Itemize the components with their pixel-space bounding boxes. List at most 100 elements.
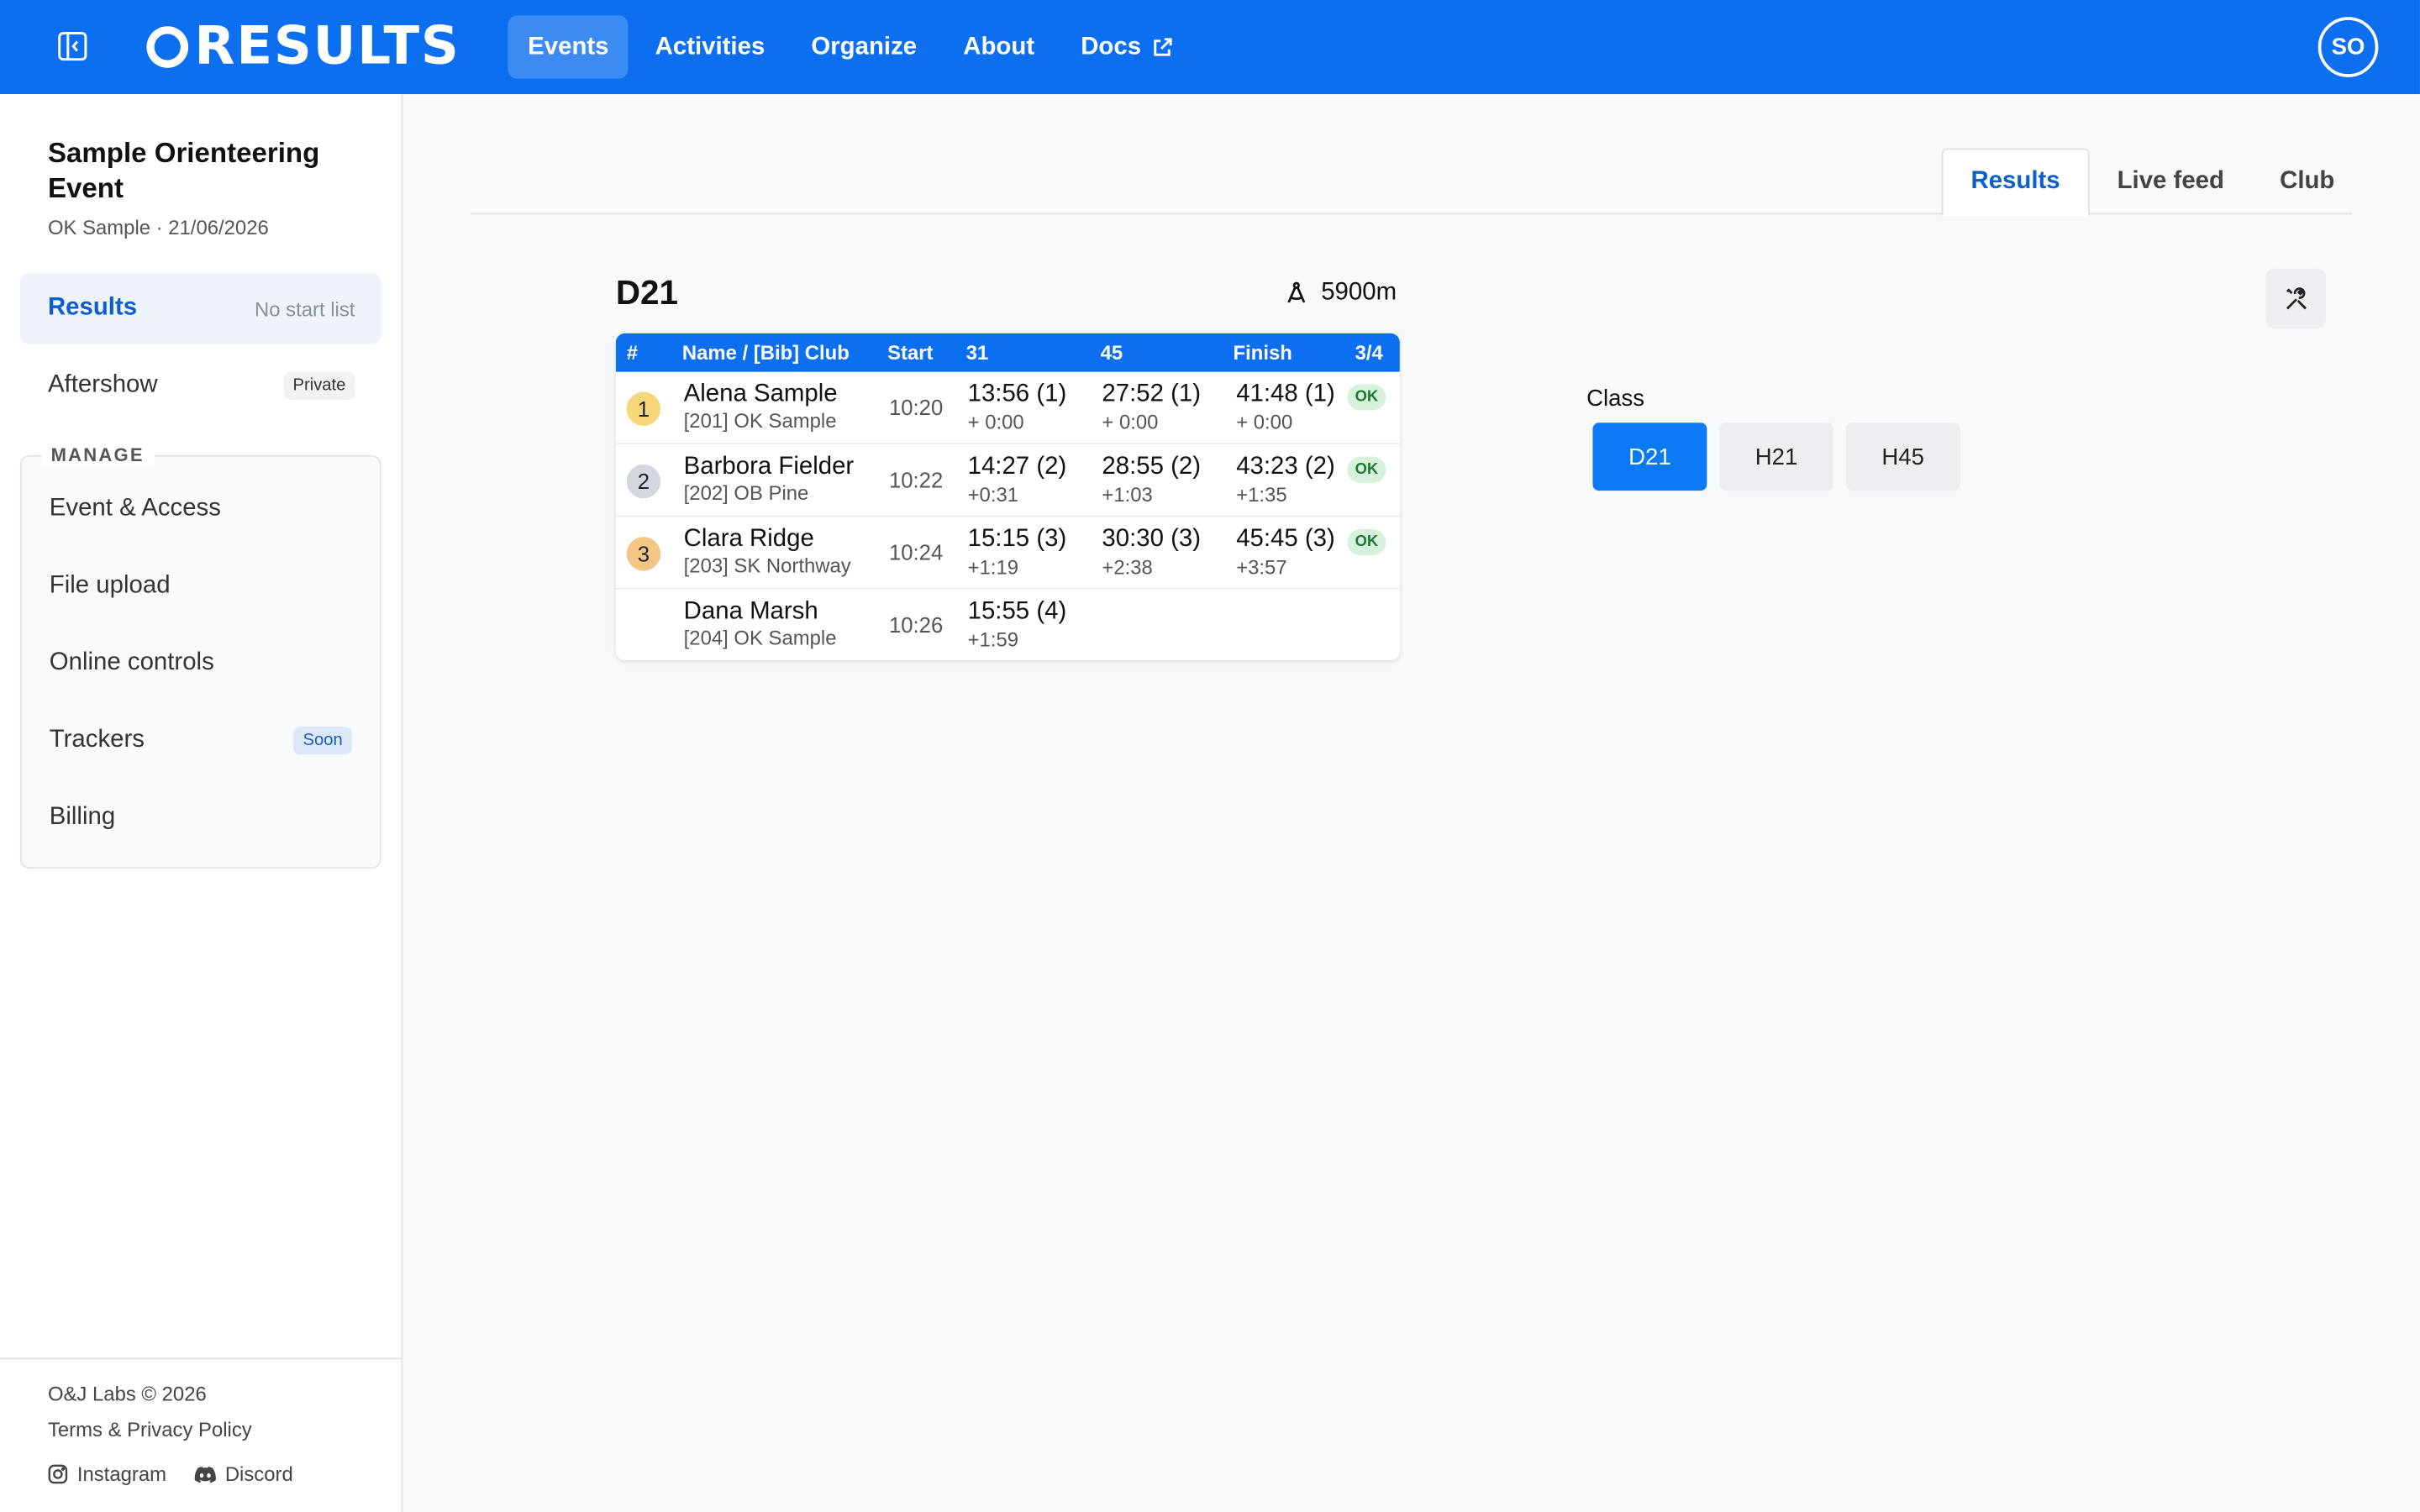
instagram-label: Instagram — [76, 1462, 167, 1486]
sidebar-item-file-upload[interactable]: File upload — [24, 551, 378, 622]
start-time: 10:24 — [888, 539, 944, 565]
event-access-label: Event & Access — [49, 495, 221, 522]
table-row[interactable]: 1 Alena Sample [201] OK Sample 10:20 13:… — [615, 372, 1400, 444]
table-row[interactable]: 2 Barbora Fielder [202] OB Pine 10:22 14… — [615, 444, 1400, 517]
sidebar-item-trackers[interactable]: Trackers Soon — [24, 705, 378, 775]
split-31-diff: +1:59 — [967, 627, 1019, 652]
table-row[interactable]: Dana Marsh [204] OK Sample 10:26 15:55 (… — [616, 590, 1400, 660]
tab-club[interactable]: Club — [2252, 148, 2362, 214]
sidebar-item-results-label: Results — [47, 294, 138, 322]
split-31: 13:56 (1) — [967, 381, 1067, 407]
manage-label: MANAGE — [41, 444, 154, 466]
class-selector-label: Class — [1586, 386, 1645, 412]
sidebar-item-event-access[interactable]: Event & Access — [24, 474, 378, 544]
nav-about-label: About — [963, 33, 1035, 60]
start-time: 10:26 — [888, 612, 944, 638]
discord-label: Discord — [224, 1462, 293, 1486]
trackers-label: Trackers — [49, 727, 145, 753]
class-button-h21[interactable]: H21 — [1719, 423, 1833, 491]
course-length: 5900m — [1284, 279, 1397, 307]
start-time: 10:22 — [888, 467, 944, 492]
logo-text: RESULTS — [194, 15, 460, 77]
nav-organize-label: Organize — [811, 33, 918, 60]
tab-results[interactable]: Results — [1941, 148, 2090, 217]
soon-badge: Soon — [293, 727, 352, 755]
split-45: 30:30 (3) — [1102, 526, 1202, 553]
class-button-d21[interactable]: D21 — [1592, 423, 1707, 491]
finish-time: 43:23 (2) — [1236, 453, 1335, 480]
billing-label: Billing — [49, 803, 116, 831]
avatar[interactable]: SO — [2317, 17, 2379, 77]
status-badge: OK — [1347, 456, 1386, 483]
compass-icon — [1287, 281, 1306, 303]
finish-time: 45:45 (3) — [1236, 526, 1335, 553]
class-title: D21 — [615, 273, 678, 312]
event-subtitle: OK Sample · 21/06/2026 — [47, 216, 269, 239]
instagram-icon — [48, 1464, 68, 1484]
results-table: # Name / [Bib] Club Start 31 45 Finish 3… — [615, 333, 1400, 661]
runner-name: Barbora Fielder — [683, 453, 855, 480]
logo-ring-icon — [146, 25, 189, 67]
split-45-diff: +1:03 — [1102, 482, 1153, 507]
sidebar-footer: O&J Labs © 2026 Terms & Privacy Policy I… — [0, 1357, 402, 1512]
header-finish: Finish — [1233, 340, 1292, 365]
table-row[interactable]: 3 Clara Ridge [203] SK Northway 10:24 15… — [615, 517, 1400, 590]
finish-diff: + 0:00 — [1236, 410, 1293, 434]
split-31-diff: +0:31 — [967, 482, 1019, 507]
file-upload-label: File upload — [49, 572, 171, 599]
runner-name: Alena Sample — [683, 381, 838, 407]
split-31-diff: +1:19 — [967, 555, 1019, 579]
header-control-45: 45 — [1100, 340, 1123, 365]
event-title: Sample Orienteering Event — [47, 137, 320, 204]
runner-club: [203] SK Northway — [683, 554, 851, 577]
sidebar-toggle-icon[interactable] — [57, 31, 88, 62]
header-name: Name / [Bib] Club — [681, 340, 850, 365]
finish-diff: +1:35 — [1236, 482, 1287, 507]
sidebar-item-aftershow-label: Aftershow — [47, 371, 158, 398]
split-45-diff: +2:38 — [1102, 555, 1153, 579]
class-selector: D21 H21 H45 — [1592, 423, 1960, 491]
runner-name: Clara Ridge — [683, 526, 814, 553]
instagram-link[interactable]: Instagram — [48, 1462, 166, 1486]
nav-organize[interactable]: Organize — [792, 15, 938, 78]
nav-activities[interactable]: Activities — [635, 15, 785, 78]
nav-events-label: Events — [528, 33, 609, 60]
online-controls-label: Online controls — [49, 649, 214, 676]
logo[interactable]: RESULTS — [146, 15, 460, 77]
runner-club: [201] OK Sample — [683, 408, 837, 433]
sidebar-item-aftershow[interactable]: Aftershow Private — [20, 350, 381, 421]
rank-badge: 2 — [626, 464, 661, 499]
nav-docs[interactable]: Docs — [1060, 15, 1193, 78]
status-badge: OK — [1347, 528, 1386, 556]
sidebar-item-results[interactable]: Results No start list — [19, 273, 381, 344]
split-45: 28:55 (2) — [1102, 453, 1202, 480]
view-tabs: Results Live feed Club — [1941, 148, 2363, 217]
status-badge: OK — [1347, 384, 1386, 411]
tab-live-feed[interactable]: Live feed — [2090, 148, 2253, 214]
table-header: # Name / [Bib] Club Start 31 45 Finish 3… — [615, 333, 1400, 372]
rank-badge: 1 — [626, 391, 661, 426]
sidebar: Sample Orienteering Event OK Sample · 21… — [0, 94, 403, 1512]
finish-time: 41:48 (1) — [1236, 381, 1335, 407]
nav-events[interactable]: Events — [508, 15, 629, 79]
discord-link[interactable]: Discord — [194, 1462, 293, 1486]
tools-button[interactable] — [2265, 268, 2326, 329]
class-button-h45[interactable]: H45 — [1845, 423, 1960, 491]
sidebar-item-online-controls[interactable]: Online controls — [24, 628, 378, 699]
manage-section: MANAGE Event & Access File upload Online… — [19, 444, 381, 869]
runner-club: [204] OK Sample — [683, 626, 837, 650]
nav-about[interactable]: About — [943, 15, 1055, 78]
split-31-diff: + 0:00 — [967, 410, 1024, 434]
finish-diff: +3:57 — [1236, 555, 1287, 579]
main-nav: Events Activities Organize About Docs — [508, 15, 1193, 79]
split-45-diff: + 0:00 — [1102, 410, 1159, 434]
split-45: 27:52 (1) — [1102, 381, 1202, 407]
tools-icon — [2286, 286, 2307, 309]
nav-docs-label: Docs — [1081, 33, 1142, 60]
no-start-list-note: No start list — [255, 297, 355, 321]
nav-activities-label: Activities — [655, 33, 765, 60]
copyright-text: O&J Labs © 2026 — [47, 1382, 207, 1406]
sidebar-item-billing[interactable]: Billing — [24, 782, 378, 853]
social-links: Instagram Discord — [48, 1462, 293, 1486]
terms-link[interactable]: Terms & Privacy Policy — [48, 1418, 252, 1441]
